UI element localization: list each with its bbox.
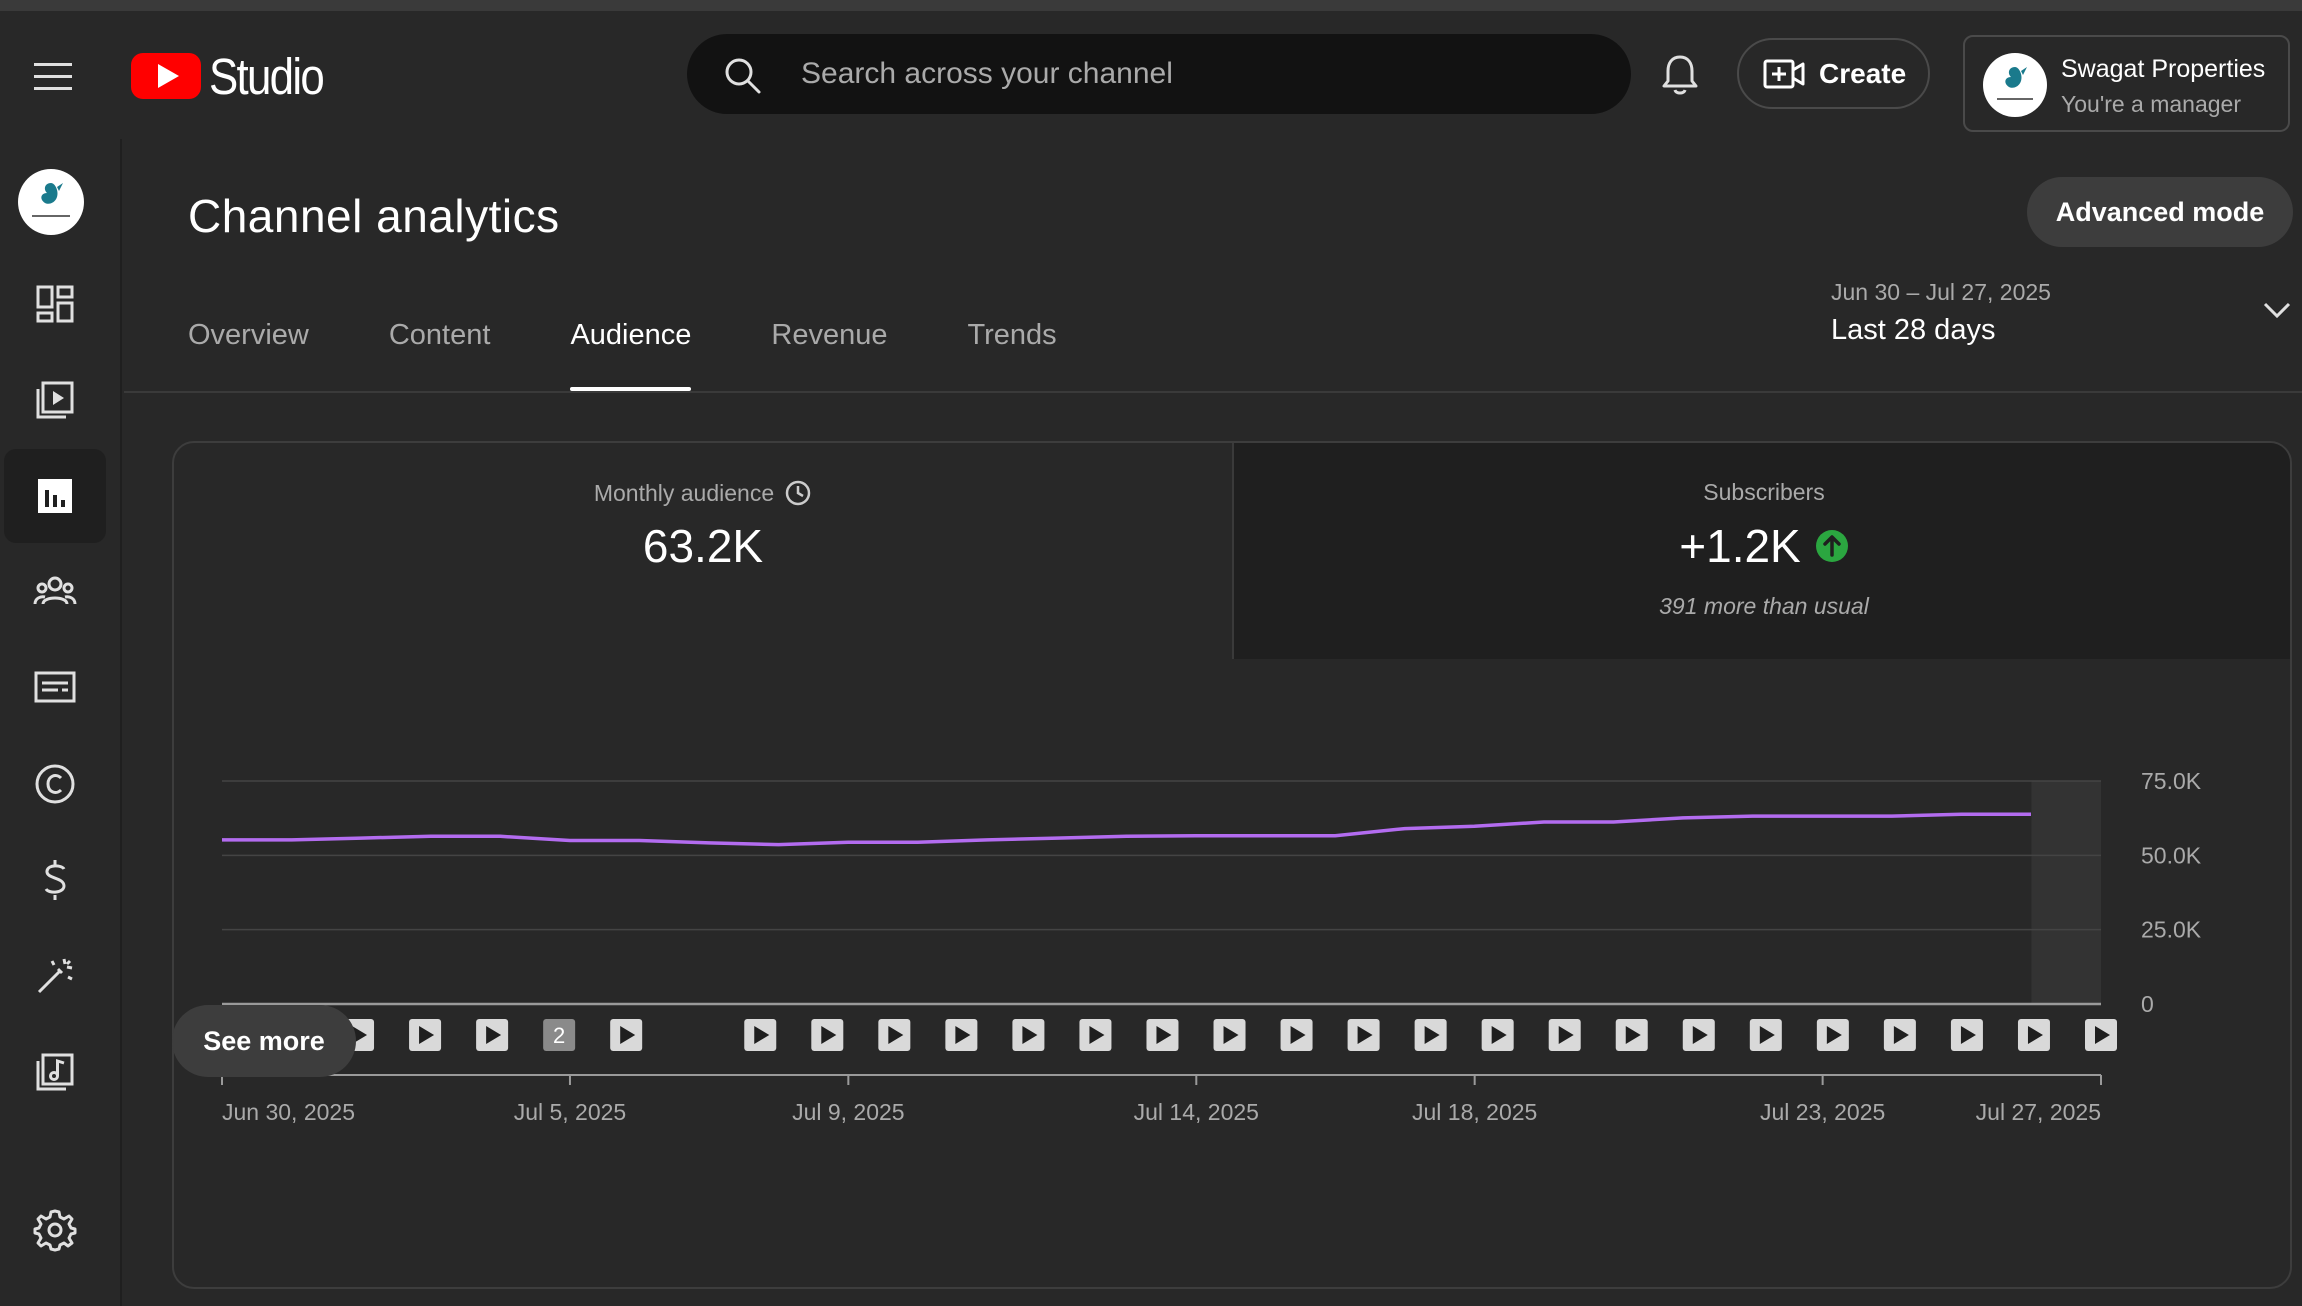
series-line	[222, 812, 2031, 847]
audio-library-icon[interactable]	[4, 1025, 106, 1119]
create-video-icon	[1763, 59, 1805, 88]
x-tick-label: Jul 5, 2025	[514, 1099, 627, 1125]
dashboard-icon[interactable]	[4, 257, 106, 351]
settings-gear-icon[interactable]	[4, 1183, 106, 1277]
search-input[interactable]	[801, 34, 1581, 114]
create-label: Create	[1819, 57, 1907, 89]
account-name: Swagat Properties	[2061, 55, 2266, 83]
x-tick-label: Jul 14, 2025	[1134, 1099, 1259, 1125]
x-tick-label: Jul 18, 2025	[1412, 1099, 1537, 1125]
window-top-strip	[0, 0, 2302, 11]
channel-avatar[interactable]	[18, 169, 84, 235]
customization-wand-icon[interactable]	[4, 929, 106, 1023]
y-tick-label: 25.0K	[2141, 917, 2202, 943]
see-more-button[interactable]: See more	[172, 1005, 356, 1077]
top-header: Studio Create Swagat Prope	[0, 11, 2302, 139]
create-button[interactable]: Create	[1737, 38, 1930, 109]
notifications-bell-icon[interactable]	[1660, 53, 1700, 102]
y-tick-label: 0	[2141, 991, 2154, 1017]
account-role: You're a manager	[2061, 91, 2242, 117]
account-switcher[interactable]: Swagat Properties You're a manager	[1963, 35, 2290, 132]
search-icon	[725, 58, 761, 94]
menu-icon[interactable]	[34, 59, 76, 91]
tab-overview[interactable]: Overview	[188, 319, 309, 391]
advanced-mode-button[interactable]: Advanced mode	[2027, 177, 2293, 247]
account-avatar	[1983, 53, 2047, 117]
x-tick-label: Jun 30, 2025	[222, 1099, 355, 1125]
audience-chart-card: Monthly audience 63.2K Subscribers +1.2K…	[172, 441, 2292, 1289]
content-icon[interactable]	[4, 353, 106, 447]
tab-revenue[interactable]: Revenue	[771, 319, 887, 391]
tab-trends[interactable]: Trends	[967, 319, 1056, 391]
search-bar[interactable]	[687, 34, 1631, 114]
chevron-down-icon	[2263, 302, 2291, 319]
date-range-text: Jun 30 – Jul 27, 2025	[1831, 279, 2051, 305]
x-tick-label: Jul 9, 2025	[792, 1099, 905, 1125]
copyright-icon[interactable]	[4, 737, 106, 831]
tabs-divider	[124, 391, 2302, 393]
youtube-logo-icon	[131, 53, 201, 99]
period-text: Last 28 days	[1831, 314, 1996, 346]
community-icon[interactable]	[4, 545, 106, 639]
grouped-marker-count: 2	[553, 1023, 565, 1048]
y-tick-label: 50.0K	[2141, 842, 2202, 868]
latest-day-band	[2031, 781, 2101, 1004]
logo-text: Studio	[209, 47, 325, 105]
main-content: Channel analytics Advanced mode Overview…	[124, 139, 2302, 1306]
studio-logo[interactable]: Studio	[131, 46, 342, 106]
audience-line-chart: 0 25.0K 50.0K 75.0K 2 Jun 30, 2025 Jul 5, 2025…	[221, 768, 2202, 1125]
earn-dollar-icon[interactable]	[4, 833, 106, 927]
y-tick-label: 75.0K	[2141, 768, 2202, 794]
subtitles-icon[interactable]	[4, 641, 106, 735]
page-title: Channel analytics	[188, 190, 560, 242]
date-range-selector[interactable]: Jun 30 – Jul 27, 2025 Last 28 days	[1831, 279, 2291, 359]
analytics-icon[interactable]	[4, 449, 106, 543]
analytics-tabs: Overview Content Audience Revenue Trends	[188, 319, 1137, 391]
x-tick-label: Jul 27, 2025	[1976, 1099, 2101, 1125]
x-tick-label: Jul 23, 2025	[1760, 1099, 1885, 1125]
tab-content[interactable]: Content	[389, 319, 491, 391]
tab-audience[interactable]: Audience	[570, 319, 691, 391]
left-sidebar	[0, 139, 122, 1306]
